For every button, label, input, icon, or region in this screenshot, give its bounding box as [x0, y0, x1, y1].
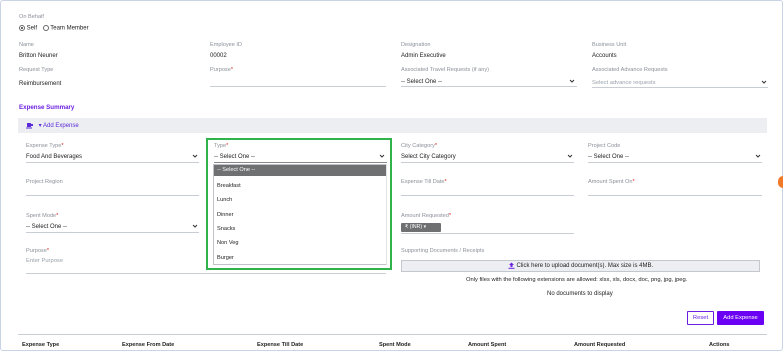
designation-label: Designation	[401, 42, 431, 48]
on-behalf-label: On Behalf	[19, 14, 44, 20]
upload-documents-label: Click here to upload document(s). Max si…	[516, 263, 654, 269]
spent-mode-select[interactable]: -- Select One --	[26, 224, 67, 230]
currency-select-label: ₹ (INR)	[405, 224, 423, 230]
column-expense-till-date: Expense Till Date	[257, 342, 304, 348]
add-expense-toggle-label: Add Expense	[43, 123, 79, 130]
purpose-header-input[interactable]	[210, 86, 386, 87]
radio-self-label[interactable]: Self	[27, 26, 37, 32]
amount-requested-label: Amount Requested*	[401, 213, 451, 219]
caret-down-icon: ▾	[423, 224, 427, 230]
purpose-header-label: Purpose*	[210, 67, 233, 73]
no-documents-text: No documents to display	[547, 291, 613, 297]
column-expense-type: Expense Type	[22, 342, 60, 348]
add-expense-button[interactable]: Add Expense	[717, 311, 764, 325]
coffee-cup-icon	[26, 123, 33, 129]
business-unit-label: Business Unit	[592, 42, 627, 48]
city-category-select[interactable]: Select City Category	[401, 154, 456, 160]
upload-documents-button[interactable]: Click here to upload document(s). Max si…	[401, 260, 760, 272]
chevron-down-icon[interactable]	[192, 153, 198, 159]
chevron-down-icon[interactable]	[192, 223, 198, 229]
purpose-header-label-text: Purpose	[210, 67, 231, 73]
required-asterisk: *	[448, 213, 452, 219]
purpose-label: Purpose*	[26, 248, 49, 254]
upload-icon	[508, 262, 515, 269]
side-tab-indicator[interactable]	[778, 176, 783, 188]
column-actions: Actions	[709, 342, 730, 348]
spent-mode-underline	[26, 232, 199, 233]
required-asterisk: *	[434, 143, 438, 149]
highlight-box	[206, 138, 392, 270]
amount-spent-on-label: Amount Spent On*	[588, 179, 635, 185]
expense-till-date-input[interactable]	[401, 195, 574, 196]
column-amount-requested: Amount Requested	[574, 342, 626, 348]
chevron-down-icon[interactable]	[755, 153, 761, 159]
business-unit-value: Accounts	[592, 53, 617, 59]
purpose-input[interactable]: Enter Purpose	[26, 258, 63, 264]
name-label: Name	[19, 42, 34, 48]
required-asterisk: *	[230, 67, 234, 73]
assoc-advance-underline	[592, 87, 768, 88]
employee-id-label: Employee ID	[210, 42, 243, 48]
required-asterisk: *	[46, 248, 50, 254]
city-category-label-text: City Category	[401, 143, 435, 149]
chevron-down-icon[interactable]	[761, 79, 767, 85]
currency-select[interactable]: ₹ (INR) ▾	[401, 223, 441, 232]
required-asterisk: *	[61, 143, 64, 149]
allowed-extensions-note: Only files with the following extensions…	[466, 277, 688, 283]
spent-mode-label: Spent Mode*	[26, 213, 58, 219]
city-category-underline	[401, 162, 574, 163]
table-divider	[18, 334, 767, 335]
request-type-value: Reimbursement	[19, 81, 62, 87]
project-code-select[interactable]: -- Select One --	[588, 154, 629, 160]
assoc-advance-input[interactable]: Select advance requests	[592, 80, 655, 86]
amount-requested-input[interactable]	[401, 233, 574, 234]
expense-summary-title: Expense Summary	[19, 104, 75, 111]
expense-till-date-label-text: Expense Till Date	[401, 179, 445, 185]
on-behalf-radio-group: Self Team Member	[19, 25, 89, 32]
expense-till-date-label: Expense Till Date*	[401, 179, 447, 185]
purpose-label-text: Purpose	[26, 248, 47, 254]
add-expense-bar	[18, 118, 767, 133]
chevron-down-icon[interactable]	[569, 78, 575, 84]
name-value: Britton Neuner	[19, 53, 58, 59]
required-asterisk: *	[632, 179, 635, 185]
amount-spent-on-input[interactable]	[588, 195, 762, 196]
expense-type-underline	[26, 162, 199, 163]
column-amount-spent: Amount Spent	[468, 342, 507, 348]
designation-value: Admin Executive	[401, 53, 446, 59]
expense-form-window: On Behalf Self Team Member Name Britton …	[0, 0, 783, 351]
caret-down-icon: ▾	[38, 123, 42, 130]
reset-button[interactable]: Reset	[687, 311, 714, 325]
supporting-docs-label: Supporting Documents / Receipts	[401, 248, 485, 254]
required-asterisk: *	[56, 213, 59, 219]
purpose-underline	[26, 273, 386, 274]
request-type-label: Request Type	[19, 67, 54, 73]
employee-id-value: 00002	[210, 53, 227, 59]
expense-type-select[interactable]: Food And Beverages	[26, 154, 82, 160]
assoc-advance-label: Associated Advance Requests	[592, 67, 668, 73]
required-asterisk: *	[444, 179, 447, 185]
amount-spent-on-label-text: Amount Spent On	[588, 179, 633, 185]
spent-mode-label-text: Spent Mode	[26, 213, 57, 219]
city-category-label: City Category*	[401, 143, 437, 149]
expense-type-label-text: Expense Type	[26, 143, 62, 149]
column-spent-mode: Spent Mode	[379, 342, 411, 348]
project-code-underline	[588, 162, 762, 163]
assoc-travel-select[interactable]: -- Select One --	[401, 79, 442, 85]
project-region-input[interactable]	[26, 195, 199, 196]
expense-type-label: Expense Type*	[26, 143, 64, 149]
radio-team-member[interactable]	[42, 25, 49, 31]
project-code-label: Project Code	[588, 143, 621, 149]
project-region-label: Project Region	[26, 179, 63, 185]
assoc-travel-underline	[401, 86, 577, 87]
amount-requested-label-text: Amount Requested	[401, 213, 449, 219]
column-expense-from-date: Expense From Date	[122, 342, 175, 348]
assoc-travel-label: Associated Travel Requests (if any)	[401, 67, 489, 73]
add-expense-toggle[interactable]: ▾ Add Expense	[26, 122, 79, 129]
radio-team-member-label[interactable]: Team Member	[50, 26, 88, 32]
radio-self[interactable]	[19, 25, 25, 31]
chevron-down-icon[interactable]	[567, 153, 573, 159]
